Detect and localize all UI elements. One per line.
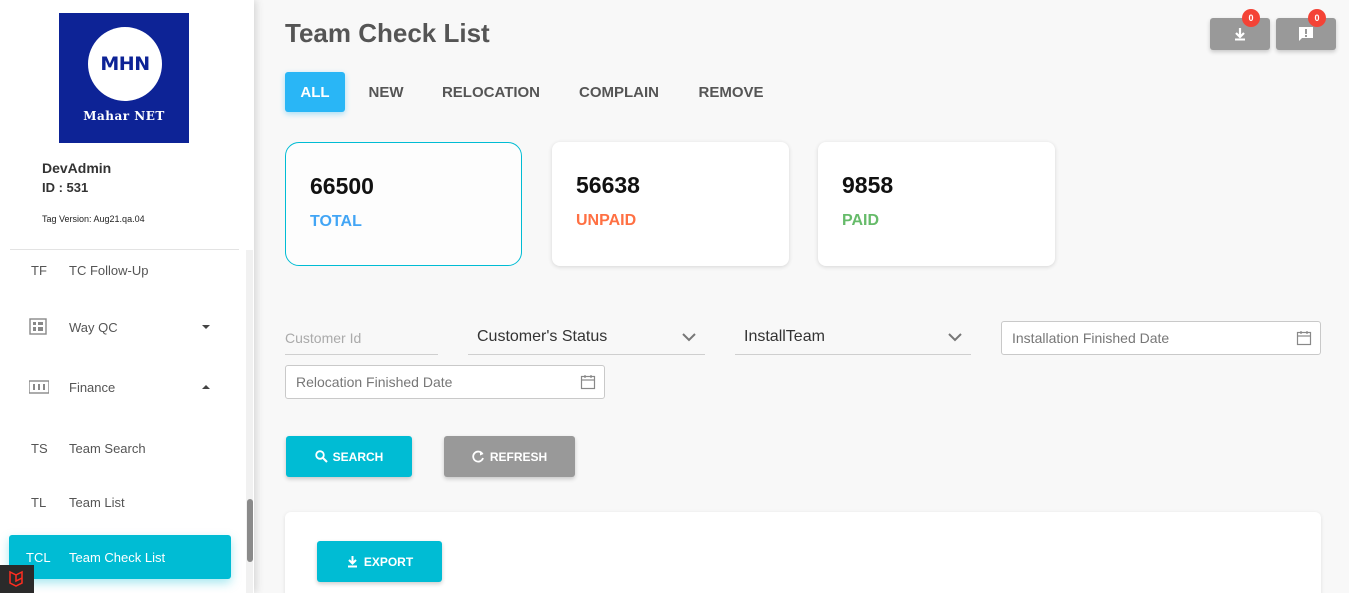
sidebar-item-label: Way QC	[69, 319, 118, 335]
refresh-button[interactable]: REFRESH	[444, 436, 575, 477]
brand-logo[interactable]: MHN Mahar NET	[59, 13, 189, 143]
grid-icon	[29, 318, 47, 335]
search-icon	[314, 450, 328, 463]
sidebar-item-team-search[interactable]: TS Team Search	[0, 426, 240, 470]
download-button[interactable]: 0	[1210, 9, 1270, 50]
finance-icon	[29, 380, 49, 394]
customer-id-input[interactable]: Customer Id	[285, 321, 438, 355]
tag-version: Tag Version: Aug21.qa.04	[42, 214, 145, 224]
customer-id-placeholder: Customer Id	[285, 330, 362, 346]
page-title: Team Check List	[285, 18, 490, 48]
sidebar-item-label: Team List	[69, 494, 125, 510]
relocation-finished-date-input[interactable]: Relocation Finished Date	[285, 365, 605, 399]
logo-circle: MHN	[88, 27, 162, 101]
chevron-down-icon	[682, 333, 696, 342]
stat-value: 56638	[576, 172, 640, 198]
relocation-date-placeholder: Relocation Finished Date	[296, 374, 453, 390]
sidebar-item-label: Team Check List	[69, 549, 166, 565]
export-button[interactable]: EXPORT	[317, 541, 442, 582]
tab-new[interactable]: NEW	[357, 72, 415, 112]
sidebar-item-label: Team Search	[69, 440, 146, 456]
sidebar-item-team-list[interactable]: TL Team List	[0, 480, 240, 524]
chevron-down-icon	[948, 333, 962, 342]
sidebar-scrollbar-thumb[interactable]	[247, 499, 253, 562]
installation-finished-date-input[interactable]: Installation Finished Date	[1001, 321, 1321, 355]
search-button-label: SEARCH	[332, 449, 384, 464]
stat-card-total[interactable]: 66500 TOTAL	[285, 142, 522, 266]
calendar-icon[interactable]	[580, 374, 596, 390]
sidebar-item-team-check-list[interactable]: TCL Team Check List	[9, 535, 231, 579]
laravel-logo-icon	[9, 570, 23, 587]
tab-relocation[interactable]: RELOCATION	[432, 72, 550, 112]
chevron-down-icon[interactable]	[202, 325, 210, 329]
sidebar-item-label: Finance	[69, 379, 116, 395]
calendar-icon[interactable]	[1296, 330, 1312, 346]
stat-value: 66500	[310, 173, 374, 199]
logo-name: Mahar NET	[83, 109, 165, 123]
sidebar-item-abbr: TS	[31, 440, 48, 456]
refresh-button-label: REFRESH	[489, 449, 548, 464]
stat-label: TOTAL	[310, 213, 362, 230]
chevron-up-icon[interactable]	[202, 385, 210, 389]
stat-label: PAID	[842, 212, 880, 229]
export-button-label: EXPORT	[363, 554, 414, 569]
install-team-value: InstallTeam	[744, 328, 825, 345]
download-icon	[1235, 28, 1245, 41]
tab-complain[interactable]: COMPLAIN	[566, 72, 672, 112]
stat-value: 9858	[842, 172, 894, 198]
refresh-icon	[472, 450, 484, 463]
sidebar-item-abbr: TL	[31, 494, 47, 510]
logo-abbr: MHN	[100, 53, 150, 75]
installation-date-placeholder: Installation Finished Date	[1012, 330, 1170, 346]
tab-all[interactable]: ALL	[285, 72, 345, 112]
user-id: ID : 531	[42, 180, 89, 195]
download-icon	[347, 556, 357, 568]
sidebar-item-label: TC Follow-Up	[69, 262, 149, 278]
customer-status-value: Customer's Status	[477, 328, 608, 345]
stat-card-unpaid[interactable]: 56638 UNPAID	[552, 142, 789, 266]
download-badge: 0	[1242, 9, 1260, 27]
notification-button[interactable]: 0	[1276, 9, 1336, 50]
search-button[interactable]: SEARCH	[286, 436, 412, 477]
stat-label: UNPAID	[576, 212, 637, 229]
stat-card-paid[interactable]: 9858 PAID	[818, 142, 1055, 266]
user-name: DevAdmin	[42, 160, 112, 176]
sidebar-item-finance[interactable]: Finance	[0, 365, 240, 409]
sidebar-item-way-qc[interactable]: Way QC	[0, 305, 240, 349]
feedback-icon	[1299, 27, 1313, 41]
laravel-icon[interactable]	[0, 565, 34, 593]
sidebar: MHN Mahar NET DevAdmin ID : 531 Tag Vers…	[0, 0, 254, 593]
customer-status-select[interactable]: Customer's Status	[468, 321, 705, 355]
install-team-select[interactable]: InstallTeam	[735, 321, 971, 355]
sidebar-item-abbr: TCL	[26, 549, 51, 565]
sidebar-item-tc-follow-up[interactable]: TF TC Follow-Up	[0, 248, 240, 292]
tab-remove[interactable]: REMOVE	[688, 72, 774, 112]
notification-badge: 0	[1308, 9, 1326, 27]
sidebar-item-abbr: TF	[31, 262, 47, 278]
